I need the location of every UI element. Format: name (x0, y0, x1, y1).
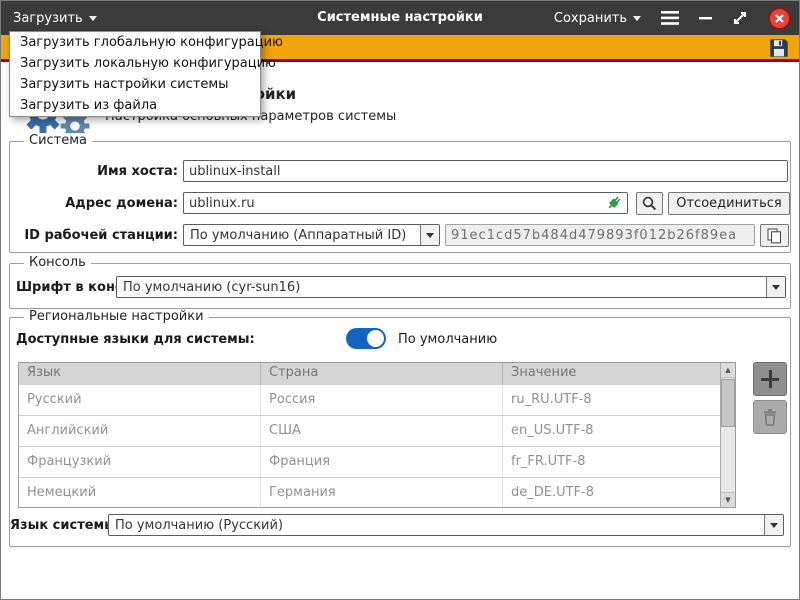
station-id-combobox-value: По умолчанию (Аппаратный ID) (184, 228, 420, 243)
languages-default-toggle[interactable] (346, 328, 386, 349)
menu-item-load-from-file[interactable]: Загрузить из файла (10, 95, 260, 116)
chevron-down-icon (766, 277, 785, 297)
menu-item-load-global-config[interactable]: Загрузить глобальную конфигурацию (10, 32, 260, 53)
column-header-language[interactable]: Язык (19, 363, 261, 385)
hostname-input[interactable] (183, 160, 788, 182)
column-header-value[interactable]: Значение (503, 363, 735, 385)
floppy-save-icon (768, 37, 790, 59)
cell-value: ru_RU.UTF-8 (503, 385, 735, 415)
plus-icon (761, 370, 779, 388)
menu-item-load-system-settings[interactable]: Загрузить настройки системы (10, 74, 260, 95)
station-id-combobox[interactable]: По умолчанию (Аппаратный ID) (183, 224, 440, 246)
add-language-button[interactable] (753, 362, 787, 396)
toggle-state-label: По умолчанию (398, 332, 497, 347)
magnifier-icon (642, 196, 657, 211)
cell-country: Германия (261, 478, 503, 508)
chevron-down-icon (420, 225, 439, 245)
column-header-country[interactable]: Страна (261, 363, 503, 385)
trash-icon (762, 408, 778, 426)
hostname-label: Имя хоста: (10, 164, 178, 179)
disconnect-button[interactable]: Отсоединиться (668, 192, 790, 215)
console-font-combobox-value: По умолчанию (cyr-sun16) (117, 280, 766, 295)
table-row[interactable]: Немецкий Германия de_DE.UTF-8 (19, 478, 735, 508)
cell-language: Немецкий (19, 478, 261, 508)
table-row[interactable]: Английский США en_US.UTF-8 (19, 416, 735, 447)
station-id-label: ID рабочей станции: (10, 228, 178, 243)
save-toolbar-button[interactable] (767, 37, 791, 59)
table-row[interactable]: Русский Россия ru_RU.UTF-8 (19, 385, 735, 416)
cell-country: Франция (261, 447, 503, 477)
cell-language: Русский (19, 385, 261, 415)
available-languages-label: Доступные языки для системы: (16, 332, 255, 347)
menu-item-load-local-config[interactable]: Загрузить локальную конфигурацию (10, 53, 260, 74)
languages-table[interactable]: Язык Страна Значение Русский Россия ru_R… (18, 362, 736, 508)
system-settings-window: Загрузить Системные настройки Сохранить (0, 0, 800, 600)
titlebar: Загрузить Системные настройки Сохранить (1, 1, 799, 35)
system-language-label: Язык системы: (10, 518, 102, 533)
regional-group: Региональные настройки Доступные языки д… (9, 317, 791, 547)
minimize-button[interactable] (699, 16, 712, 20)
domain-label: Адрес домена: (10, 196, 178, 211)
cell-language: Английский (19, 416, 261, 446)
system-language-combobox[interactable]: По умолчанию (Русский) (108, 514, 784, 536)
copy-icon (767, 228, 782, 244)
table-scrollbar[interactable]: ▲ ▼ (720, 363, 735, 507)
cell-value: en_US.UTF-8 (503, 416, 735, 446)
system-language-combobox-value: По умолчанию (Русский) (109, 518, 764, 533)
domain-search-button[interactable] (636, 192, 663, 215)
cell-country: Россия (261, 385, 503, 415)
console-group-legend: Консоль (24, 255, 91, 270)
system-group-legend: Система (24, 133, 92, 148)
chevron-down-icon (764, 515, 783, 535)
station-id-value-field (445, 224, 755, 246)
close-icon (774, 13, 785, 24)
chevron-down-icon (633, 16, 641, 21)
domain-input[interactable] (183, 192, 628, 214)
toggle-knob (367, 330, 384, 347)
hamburger-icon (661, 11, 679, 25)
scroll-up-arrow[interactable]: ▲ (721, 363, 735, 378)
table-header-row: Язык Страна Значение (19, 363, 735, 385)
scrollbar-thumb[interactable] (721, 379, 735, 427)
maximize-button[interactable] (732, 10, 748, 26)
save-menu-label: Сохранить (554, 11, 627, 26)
expand-icon (732, 10, 748, 26)
copy-id-button[interactable] (760, 224, 789, 247)
connected-plug-icon (606, 194, 623, 215)
delete-language-button[interactable] (753, 400, 787, 434)
close-button[interactable] (768, 7, 791, 30)
minimize-icon (699, 16, 712, 20)
cell-country: США (261, 416, 503, 446)
cell-value: fr_FR.UTF-8 (503, 447, 735, 477)
save-menu-button[interactable]: Сохранить (554, 1, 641, 35)
system-group: Система Имя хоста: Адрес домена: Отсоеди… (9, 141, 791, 253)
console-font-combobox[interactable]: По умолчанию (cyr-sun16) (116, 276, 786, 298)
scroll-down-arrow[interactable]: ▼ (721, 492, 735, 507)
console-group: Консоль Шрифт в консоли: По умолчанию (c… (9, 263, 791, 309)
cell-value: de_DE.UTF-8 (503, 478, 735, 508)
hamburger-menu-button[interactable] (661, 11, 679, 25)
regional-group-legend: Региональные настройки (24, 309, 209, 324)
cell-language: Французкий (19, 447, 261, 477)
table-row[interactable]: Французкий Франция fr_FR.UTF-8 (19, 447, 735, 478)
load-dropdown-menu: Загрузить глобальную конфигурацию Загруз… (9, 31, 261, 117)
titlebar-controls: Сохранить (554, 1, 791, 35)
